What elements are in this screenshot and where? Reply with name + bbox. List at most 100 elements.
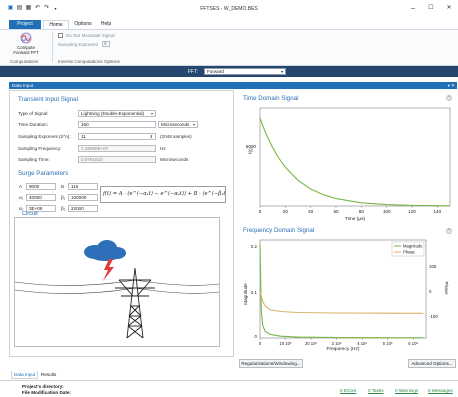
advanced-options-button[interactable]: Advanced Options... [408,359,456,368]
minimize-button[interactable]: – [408,4,418,13]
left-tabs: Data Input Results [9,371,234,379]
tab-project[interactable]: Project [9,20,41,29]
tab-results[interactable]: Results [39,371,58,378]
group-inverse-label: Inverse Computations Options [58,59,120,64]
errors-link[interactable]: 0 Errors [340,388,356,393]
messages-link[interactable]: 0 Messages [428,388,453,393]
lightning-bolt-icon [103,259,114,281]
tab-help[interactable]: Help [97,20,115,29]
freq-y-tick-right: -100 [429,314,438,319]
project-directory-label: Project's directory: [22,384,64,389]
ribbon: Compute Forward FFT Do Not Modulate Sign… [0,29,458,66]
collapse-freq-chart-icon[interactable]: ⌃ [446,228,452,234]
time-x-tick: 20 [283,209,289,214]
time-x-tick: 0 [259,209,262,214]
time-y-tick: 5000 [246,144,257,149]
freq-x-label: Frequency (Hz) [326,346,359,352]
a-field[interactable]: 9000 [26,183,56,190]
compute-fft-button[interactable]: Compute Forward FFT [10,32,42,58]
freq-y-label-right: Phase [444,281,449,294]
sampling-time-label: Sampling Time: [18,157,50,162]
tab-data-input[interactable]: Data Input [11,371,39,379]
fft-mode-bar: FFT: Forward ▾ [0,66,458,77]
sampling-exponent-field[interactable]: 9 [102,41,110,47]
title-bar: ▣ ▤ ▦ ↶ ↷ ▾ FFTSES - W_DEMO.BES – ☐ ✕ [0,0,458,18]
panel-controls[interactable]: ▾ ✕ [448,82,455,89]
freq-y-label-left: Magnitude [243,283,248,305]
duration-field[interactable]: 160 [78,121,156,128]
ribbon-separator [52,32,53,62]
surge-title: Surge Parameters [18,170,69,177]
close-button[interactable]: ✕ [444,4,454,13]
b-field[interactable]: 115 [68,183,98,190]
signal-type-value: Lightning (Double-Exponential) [81,111,145,116]
fft-mode-value: Forward [207,69,224,74]
frequency-field: 1.28000E+07 [78,145,156,152]
surge-formula: f(t) = A · (e^(−α₁t) − e^(−α₂t)) + B · (… [100,186,226,203]
time-chart: f(t) 5000 0 20 40 60 80 100 120 140 Time (μs) [246,107,451,222]
fft-icon [20,32,32,44]
freq-chart-title: Frequency Domain Signal [243,227,315,234]
do-not-modulate-label: Do Not Modulate Signal [66,33,115,38]
beta2-label: β₂ [61,206,66,211]
beta2-field[interactable]: 22000 [68,205,98,212]
power-lines [14,279,220,294]
exponent-stepper[interactable]: 11 ⬍ [78,133,156,140]
regularization-button[interactable]: Regularizations/Windowing... [239,359,303,368]
sampling-exponent-label: Sampling Exponent [58,42,98,47]
time-plot-area [259,107,451,207]
time-x-tick: 40 [308,209,314,214]
legend-magnitude: Magnitude [403,244,423,249]
freq-x-tick: 10 10⁵ [279,341,291,346]
file-mod-label: File Modification Date: [22,390,72,395]
do-not-modulate-checkbox[interactable] [58,33,63,38]
time-x-tick: 120 [408,209,416,214]
freq-y-tick: 0 [255,334,258,339]
sampling-time-field: 0.0781622 [78,156,156,163]
compute-fft-label: Compute Forward FFT [13,45,39,55]
freq-chart: Magnitude Phase 0.2 0.1 0 100 0 -100 0 10… [243,239,449,352]
group-computations-label: Computations [10,59,39,64]
beta1-label: β₁ [61,195,66,200]
freq-x-tick: 5 10⁶ [383,341,393,346]
signal-type-label: Type of Signal: [18,111,49,116]
tasks-link[interactable]: 0 Tasks [368,388,384,393]
pylon-icon [115,267,155,339]
duration-label: Time Duration: [18,122,48,127]
collapse-time-chart-icon[interactable]: ⌃ [446,95,452,101]
time-chart-title: Time Domain Signal [243,95,299,102]
signal-type-select[interactable]: Lightning (Double-Exponential) ▾ [78,110,156,117]
panel-title: Data Input [12,83,34,88]
freq-x-tick: 20 10⁵ [305,341,317,346]
time-x-tick: 100 [383,209,391,214]
circuit-illustration [14,240,220,339]
alpha1-label: α₁ [19,195,24,200]
window-title: FFTSES - W_DEMO.BES [200,6,258,12]
freq-x-tick: 6 10⁶ [408,341,418,346]
warnings-link[interactable]: 0 Warnings [395,388,418,393]
freq-y-tick: 0.1 [251,290,258,295]
frequency-label: Sampling Frequency: [18,146,62,151]
circuit-canvas [14,217,220,347]
stepper-icon[interactable]: ⬍ [150,134,153,140]
duration-unit-value: Microseconds [161,122,190,127]
beta1-field[interactable]: 100000 [68,194,98,201]
b-label: B [61,184,65,189]
time-x-tick: 80 [359,209,365,214]
chevron-down-icon: ▾ [192,122,195,127]
legend-phase: Phase [403,250,416,255]
alpha1-field[interactable]: 40000 [26,194,56,201]
tab-home[interactable]: Home [43,20,69,29]
tab-options[interactable]: Options [71,20,95,29]
duration-unit-select[interactable]: Microseconds ▾ [158,121,198,128]
data-input-panel-header: Data Input ▾ ✕ [9,82,457,89]
maximize-button[interactable]: ☐ [426,4,436,13]
ribbon-tabs: Project Home Options Help [0,20,458,29]
time-x-tick: 60 [333,209,339,214]
fft-mode-select[interactable]: Forward ▾ [204,68,286,75]
exponent-samples: (2048 samples) [160,134,192,139]
sampling-time-unit: Microseconds [160,157,189,162]
frequency-unit: Hz [160,146,166,151]
time-x-label: Time (μs) [345,216,366,222]
freq-y-tick-right: 0 [429,289,432,294]
